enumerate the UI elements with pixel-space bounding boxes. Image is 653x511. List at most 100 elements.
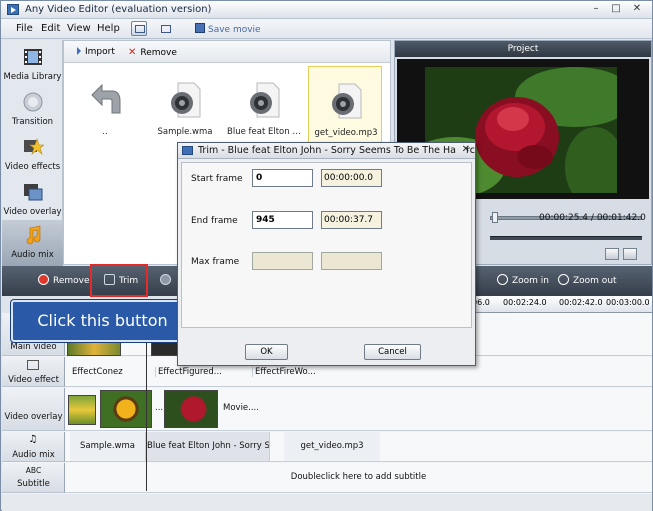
menu-file[interactable]: File — [16, 23, 33, 34]
max-frame-field — [252, 252, 313, 270]
zoom-out-icon — [558, 274, 569, 285]
import-icon — [77, 47, 81, 55]
menu-help[interactable]: Help — [97, 23, 120, 34]
file-item[interactable]: Sample.wma — [148, 71, 222, 143]
save-movie-label: Save movie — [208, 25, 261, 35]
app-logo-icon — [7, 4, 19, 15]
ruler-tick-label: 00:02:42.0 — [559, 298, 603, 307]
disk-icon — [195, 23, 205, 33]
audio-clip[interactable]: Sample.wma — [70, 432, 146, 461]
overlay-clip-thumbnail[interactable] — [68, 395, 96, 425]
remove-x-icon: ✕ — [128, 47, 137, 58]
minimize-button[interactable]: – — [587, 3, 605, 16]
monitor-icon[interactable] — [131, 21, 147, 36]
end-frame-label: End frame — [191, 216, 238, 226]
music-notes-icon: ♫ — [28, 434, 38, 445]
effect-clip[interactable]: EffectConez — [72, 367, 152, 377]
instruction-callout: Click this button — [11, 300, 194, 342]
sidebar-label: Video effects — [4, 162, 61, 172]
max-time-field — [321, 252, 382, 270]
more-options-button[interactable] — [160, 274, 175, 286]
audio-file-icon — [250, 82, 280, 118]
start-frame-label: Start frame — [191, 174, 243, 184]
overlay-clip-name[interactable]: Movie.... — [223, 403, 259, 413]
overlay-icon — [24, 184, 43, 201]
sidebar-item-video-effects[interactable]: Video effects — [2, 132, 63, 178]
ok-button[interactable]: OK — [245, 344, 288, 360]
timeline-ruler[interactable]: 06.0 00:02:24.0 00:02:42.0 00:03:00.0 — [465, 296, 652, 313]
timeline-scrollbar[interactable] — [2, 494, 652, 511]
track-label: Subtitle — [17, 479, 50, 489]
preview-progress-bar — [490, 236, 642, 240]
timeline-remove-button[interactable]: Remove — [38, 274, 90, 286]
track-label: Main video — [10, 342, 57, 352]
track-label: Audio mix — [12, 450, 55, 460]
file-name: .. — [102, 127, 108, 137]
film-icon — [24, 49, 42, 65]
sidebar-label: Transition — [11, 117, 54, 127]
chevron-down-icon — [160, 274, 171, 285]
music-note-icon — [26, 225, 41, 245]
sidebar: Media Library Transition Video effects V… — [2, 40, 63, 266]
track-audio-mix[interactable]: Sample.wma Blue feat Elton John - Sorry … — [65, 432, 652, 462]
sidebar-item-media-library[interactable]: Media Library — [2, 42, 63, 88]
project-title: Project — [395, 41, 651, 57]
effect-clip[interactable]: EffectFigured... — [155, 367, 250, 377]
import-label: Import — [85, 47, 115, 57]
audio-clip[interactable]: Blue feat Elton John - Sorry S... — [147, 432, 270, 461]
overlay-clip-thumbnail[interactable] — [164, 390, 218, 428]
title-bar: Any Video Editor (evaluation version) – … — [1, 1, 652, 19]
file-name: get_video.mp3 — [314, 128, 378, 138]
track-head-subtitle: ABC Subtitle — [2, 463, 65, 493]
remove-file-button[interactable]: ✕ Remove — [128, 47, 177, 58]
library-toolbar: Import ✕ Remove — [64, 41, 390, 63]
dialog-close-button[interactable]: ✕ — [462, 144, 470, 155]
track-video-overlay[interactable]: ... Movie.... — [65, 388, 652, 431]
import-button[interactable]: Import — [77, 47, 115, 57]
file-item[interactable]: Blue feat Elton John... — [227, 71, 301, 143]
dialog-title: Trim - Blue feat Elton John - Sorry Seem… — [198, 145, 456, 156]
effect-track-icon — [27, 360, 39, 370]
menu-edit[interactable]: Edit — [41, 23, 60, 34]
screen-icon[interactable] — [157, 21, 173, 36]
audio-file-icon — [171, 82, 201, 118]
snapshot-camera-icon[interactable] — [623, 248, 637, 260]
current-time: 00:00:25.4 — [539, 213, 589, 223]
sidebar-item-video-overlay[interactable]: Video overlay — [2, 177, 63, 223]
zoom-in-button[interactable]: Zoom in — [497, 274, 549, 286]
dialog-app-icon — [182, 146, 193, 155]
sidebar-item-transition[interactable]: Transition — [2, 87, 63, 133]
trim-highlight-box — [90, 264, 148, 297]
overlay-clip-thumbnail[interactable] — [100, 390, 152, 428]
callout-text: Click this button — [37, 311, 168, 330]
trim-dialog: Trim - Blue feat Elton John - Sorry Seem… — [177, 142, 476, 366]
close-button[interactable]: ✕ — [628, 3, 646, 16]
ruler-tick-label: 00:03:00.0 — [606, 298, 650, 307]
app-window: Any Video Editor (evaluation version) – … — [0, 0, 653, 511]
subtitle-abc-icon: ABC — [25, 466, 42, 475]
cancel-button[interactable]: Cancel — [364, 344, 421, 360]
window-title: Any Video Editor (evaluation version) — [25, 4, 212, 15]
track-head-video-effect: Video effect — [2, 357, 65, 387]
save-movie-button[interactable]: Save movie — [195, 23, 261, 35]
track-label: Video effect — [8, 375, 59, 385]
seek-handle[interactable] — [492, 212, 498, 223]
overlay-dots: ... — [155, 403, 164, 413]
track-subtitle[interactable]: Doubleclick here to add subtitle — [65, 463, 652, 493]
sidebar-item-audio-mix[interactable]: Audio mix — [2, 220, 63, 266]
maximize-button[interactable]: □ — [607, 3, 625, 16]
end-frame-input[interactable] — [252, 211, 313, 229]
start-frame-input[interactable] — [252, 169, 313, 187]
file-item-parent[interactable]: .. — [68, 71, 142, 143]
file-item-selected[interactable]: get_video.mp3 — [308, 66, 382, 143]
fullscreen-icon[interactable] — [605, 248, 619, 260]
effect-clip[interactable]: EffectFireWo... — [252, 367, 347, 377]
file-name: Sample.wma — [157, 127, 213, 137]
subtitle-hint[interactable]: Doubleclick here to add subtitle — [65, 463, 652, 492]
max-frame-label: Max frame — [191, 257, 240, 267]
zoom-out-button[interactable]: Zoom out — [558, 274, 617, 286]
track-head-audio-mix: ♫ Audio mix — [2, 432, 65, 462]
menu-view[interactable]: View — [67, 23, 91, 34]
audio-clip[interactable]: get_video.mp3 — [284, 432, 380, 461]
file-name: Blue feat Elton John... — [227, 127, 301, 137]
